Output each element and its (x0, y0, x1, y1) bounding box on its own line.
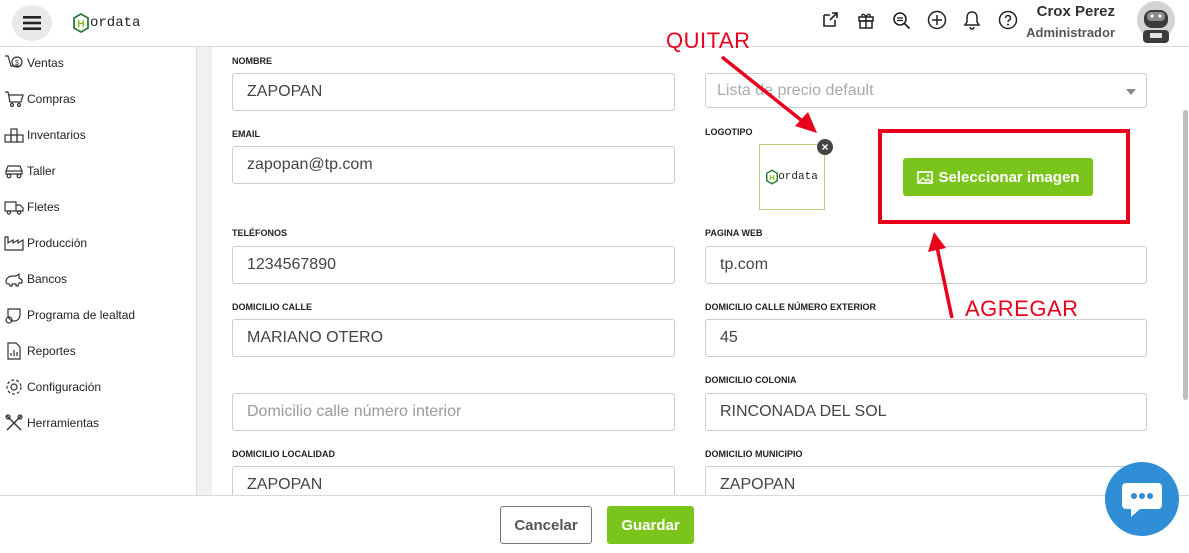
save-button[interactable]: Guardar (607, 506, 694, 544)
cancel-button[interactable]: Cancelar (500, 506, 592, 544)
footer-bar (0, 495, 1189, 553)
chat-button[interactable] (1105, 462, 1179, 536)
annotation-arrows (720, 55, 954, 319)
chat-bubble-icon (1122, 483, 1162, 517)
